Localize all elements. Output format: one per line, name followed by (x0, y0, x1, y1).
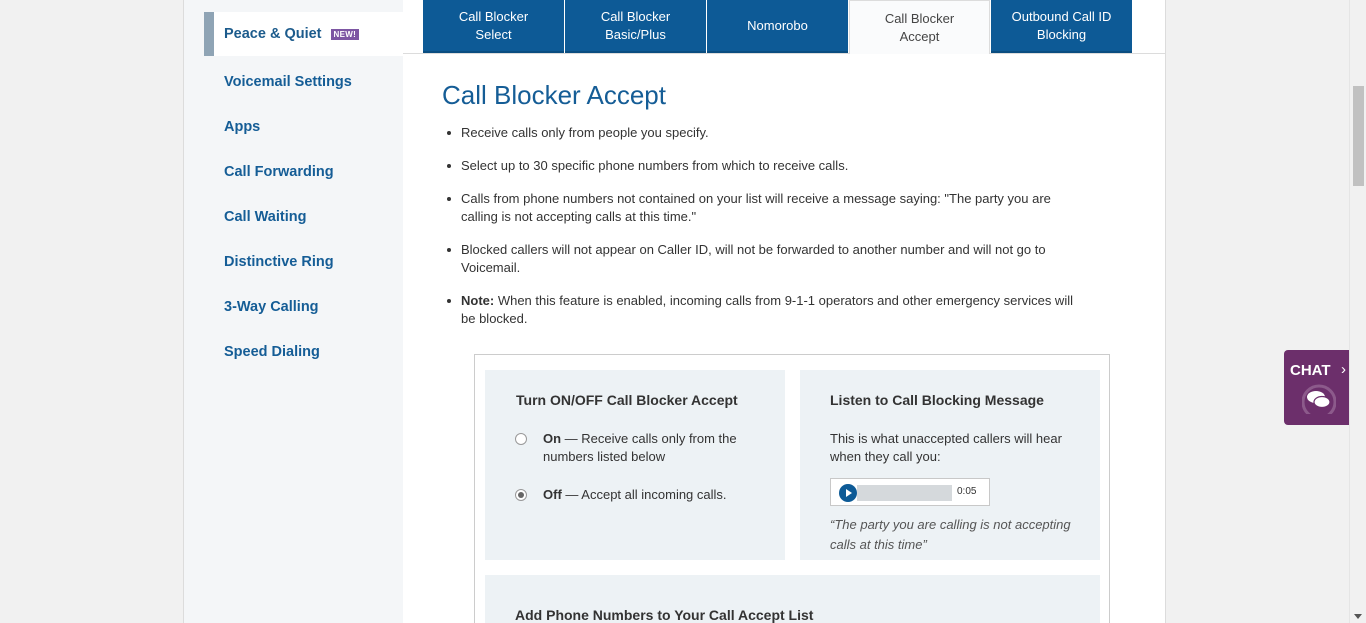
sidebar-item-voicemail-settings[interactable]: Voicemail Settings (204, 60, 403, 104)
listen-card: Listen to Call Blocking Message This is … (800, 370, 1100, 560)
radio-off-option[interactable]: Off — Accept all incoming calls. (515, 486, 745, 504)
tab-label-line2: Accept (899, 28, 940, 44)
new-badge: NEW! (330, 28, 360, 40)
list-item: Receive calls only from people you speci… (447, 124, 1081, 142)
radio-on-label: On (543, 431, 562, 446)
sidebar-item-3-way-calling[interactable]: 3-Way Calling (204, 285, 403, 329)
sidebar-item-label: Call Waiting (224, 209, 307, 225)
tab-label-line2: Blocking (1036, 26, 1087, 42)
radio-on[interactable] (515, 433, 527, 445)
list-item: Calls from phone numbers not contained o… (447, 190, 1081, 226)
note-label: Note: (461, 293, 495, 308)
sidebar-item-label: Peace & Quiet (224, 26, 322, 42)
tab-label-line1: Call Blocker (884, 10, 955, 26)
radio-off-text: Off — Accept all incoming calls. (543, 486, 727, 504)
list-item: Select up to 30 specific phone numbers f… (447, 157, 1081, 175)
listen-description: This is what unaccepted callers will hea… (830, 431, 1062, 464)
sidebar-item-label: Apps (224, 119, 261, 135)
radio-on-description: — Receive calls only from the numbers li… (543, 431, 737, 464)
sidebar-item-speed-dialing[interactable]: Speed Dialing (204, 330, 403, 374)
tab-divider (403, 53, 1165, 54)
tab-call-blocker-select[interactable]: Call Blocker Select (423, 0, 564, 53)
feature-list: Receive calls only from people you speci… (447, 124, 1081, 343)
page-container: Peace & Quiet NEW! Voicemail Settings Ap… (183, 0, 1166, 623)
page-scrollbar[interactable] (1349, 0, 1366, 623)
tab-label-line1: Nomorobo (747, 17, 808, 33)
radio-off[interactable] (515, 489, 527, 501)
list-item-text: Receive calls only from people you speci… (461, 125, 709, 140)
sidebar-item-apps[interactable]: Apps (204, 105, 403, 149)
tab-call-blocker-accept[interactable]: Call Blocker Accept (849, 0, 990, 54)
message-quote: “The party you are calling is not accept… (830, 517, 1071, 552)
add-numbers-card: Add Phone Numbers to Your Call Accept Li… (485, 575, 1100, 623)
toggle-card: Turn ON/OFF Call Blocker Accept On — Rec… (485, 370, 785, 560)
tab-call-blocker-basic-plus[interactable]: Call Blocker Basic/Plus (565, 0, 706, 53)
sidebar-item-label: Speed Dialing (224, 344, 320, 360)
sidebar-item-label: 3-Way Calling (224, 299, 319, 315)
tab-label-line2: Select (475, 26, 512, 42)
scroll-down-icon[interactable] (1354, 614, 1362, 619)
sidebar-item-call-waiting[interactable]: Call Waiting (204, 195, 403, 239)
sidebar-item-distinctive-ring[interactable]: Distinctive Ring (204, 240, 403, 284)
tab-label-line1: Outbound Call ID (1011, 8, 1112, 24)
audio-duration: 0:05 (957, 486, 977, 497)
radio-off-description: — Accept all incoming calls. (561, 487, 727, 502)
tab-label-line2: Basic/Plus (605, 26, 666, 42)
chat-label: CHAT (1290, 362, 1331, 379)
settings-panel: Turn ON/OFF Call Blocker Accept On — Rec… (474, 354, 1110, 623)
radio-on-text: On — Receive calls only from the numbers… (543, 430, 745, 466)
chat-bubble-icon (1302, 384, 1336, 414)
list-item: Blocked callers will not appear on Calle… (447, 241, 1081, 277)
tab-nomorobo[interactable]: Nomorobo (707, 0, 848, 53)
list-item-text: Calls from phone numbers not contained o… (461, 191, 1051, 224)
toggle-card-heading: Turn ON/OFF Call Blocker Accept (516, 392, 738, 408)
radio-on-option[interactable]: On — Receive calls only from the numbers… (515, 430, 745, 466)
list-item: Note: When this feature is enabled, inco… (447, 292, 1081, 328)
sidebar-item-label: Voicemail Settings (224, 74, 352, 90)
sidebar-item-peace-quiet[interactable]: Peace & Quiet NEW! (204, 12, 403, 56)
chevron-right-icon: › (1341, 361, 1346, 378)
tab-outbound-call-id-blocking[interactable]: Outbound Call ID Blocking (991, 0, 1132, 53)
audio-progress-track[interactable] (857, 485, 952, 501)
play-icon[interactable] (839, 484, 857, 502)
sidebar-nav: Peace & Quiet NEW! Voicemail Settings Ap… (184, 0, 403, 623)
list-item-text: Blocked callers will not appear on Calle… (461, 242, 1046, 275)
tab-label-line1: Call Blocker (458, 8, 529, 24)
list-item-text: Select up to 30 specific phone numbers f… (461, 158, 849, 173)
scrollbar-thumb[interactable] (1353, 86, 1364, 186)
sidebar-item-label: Call Forwarding (224, 164, 334, 180)
sidebar-item-label: Distinctive Ring (224, 254, 334, 270)
sidebar-item-call-forwarding[interactable]: Call Forwarding (204, 150, 403, 194)
chat-button[interactable]: CHAT › (1284, 350, 1350, 425)
page-title: Call Blocker Accept (442, 80, 666, 110)
list-item-text: When this feature is enabled, incoming c… (461, 293, 1073, 326)
add-numbers-heading: Add Phone Numbers to Your Call Accept Li… (515, 607, 814, 623)
radio-off-label: Off (543, 487, 562, 502)
tab-label-line1: Call Blocker (600, 8, 671, 24)
listen-card-heading: Listen to Call Blocking Message (830, 392, 1044, 408)
audio-player: 0:05 (830, 478, 990, 506)
